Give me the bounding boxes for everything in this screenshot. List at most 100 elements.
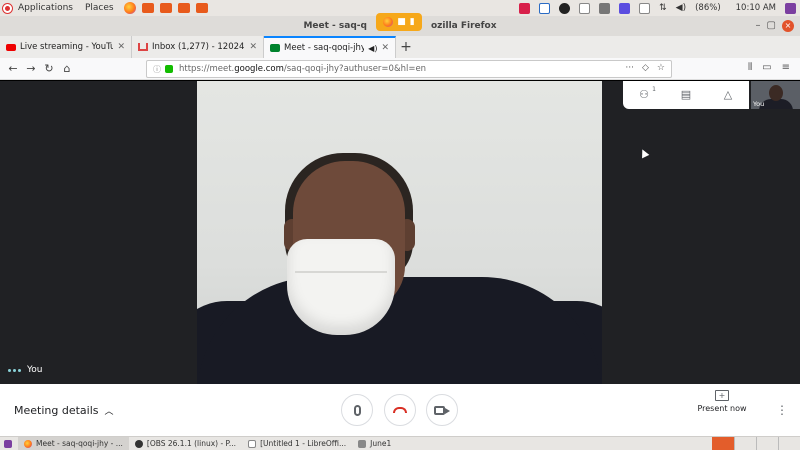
navigation-bar: ← → ↻ ⌂ ⓘ https://meet. google.com/saq-qo… (0, 58, 800, 80)
present-screen-icon: + (715, 390, 729, 401)
library-icon[interactable]: ⫴ (748, 62, 752, 73)
document-icon (248, 439, 257, 448)
folder-icon (358, 439, 367, 448)
microphone-icon (353, 404, 361, 416)
chat-icon[interactable]: ▤ (679, 89, 693, 101)
workspace-switcher-icon[interactable] (778, 437, 800, 450)
speaker-label: You (8, 365, 43, 375)
more-options-icon[interactable]: ⋮ (776, 402, 788, 418)
minimize-button[interactable]: – (756, 20, 761, 32)
chevron-up-icon: ︿ (104, 406, 114, 417)
taskbar-item-folder[interactable]: June1 (352, 437, 397, 450)
applications-menu-icon[interactable] (3, 3, 12, 13)
url-path: /saq-qoqi-jhy?authuser=0&hl=en (283, 64, 427, 74)
user-menu-icon[interactable] (785, 2, 796, 14)
firefox-launcher-icon[interactable] (123, 2, 136, 14)
applications-menu[interactable]: Applications (18, 3, 73, 13)
camera-button[interactable] (426, 394, 458, 426)
meeting-details-label: Meeting details (14, 403, 99, 417)
mic-sharing-icon: ▮ (409, 17, 415, 27)
workspace-switcher-icon[interactable] (712, 437, 734, 450)
site-info-icon[interactable]: ⓘ (153, 64, 161, 75)
tab-youtube[interactable]: Live streaming - YouTube ✕ (0, 36, 132, 58)
url-bar[interactable]: ⓘ https://meet. google.com/saq-qoqi-jhy?a… (146, 60, 672, 78)
folder-launcher-icon[interactable] (177, 3, 190, 13)
tab-label: Live streaming - YouTube (20, 42, 113, 52)
url-domain: google.com (234, 64, 284, 74)
speaker-name: You (27, 365, 43, 375)
taskbar-item-libreoffice[interactable]: [Untitled 1 - LibreOffi... (242, 437, 352, 450)
close-window-button[interactable]: × (782, 20, 794, 32)
youtube-favicon-icon (6, 43, 16, 51)
clock[interactable]: 10:10 AM (736, 3, 776, 13)
tab-gmail[interactable]: Inbox (1,277) - 12024kal ✕ (132, 36, 264, 58)
microphone-button[interactable] (341, 394, 373, 426)
bookmark-star-icon[interactable]: ☆ (657, 63, 665, 73)
workspace-switcher-icon[interactable] (734, 437, 756, 450)
maximize-button[interactable]: ▢ (767, 20, 776, 32)
meet-stage: You ⚇ 1 ▤ △ You (0, 81, 800, 384)
window-title-right: ozilla Firefox (430, 21, 497, 31)
face-mask (287, 239, 395, 335)
people-count: 1 (652, 86, 656, 93)
bluetooth-tray-icon[interactable] (619, 2, 631, 14)
folder-launcher-icon[interactable] (195, 3, 208, 13)
sidebar-icon[interactable]: ▭ (762, 62, 771, 73)
camera-icon (434, 405, 450, 415)
page-actions-icon[interactable]: ··· (625, 63, 634, 73)
workspace-switcher-icon[interactable] (756, 437, 778, 450)
taskbar-item-meet[interactable]: Meet - saq-qoqi-jhy - ... (18, 437, 129, 450)
menu-icon[interactable]: ≡ (782, 62, 790, 73)
hang-up-icon (393, 407, 407, 413)
hang-up-button[interactable] (384, 394, 416, 426)
back-icon[interactable]: ← (4, 62, 22, 75)
places-menu[interactable]: Places (85, 3, 114, 13)
taskbar-item-obs[interactable]: [OBS 26.1.1 (linux) - P... (129, 437, 242, 450)
self-view-label: You (753, 100, 765, 108)
activities-icon[interactable]: △ (721, 89, 735, 101)
self-view-thumbnail[interactable]: You (751, 81, 800, 109)
audio-level-icon (8, 368, 21, 372)
obs-icon (134, 439, 143, 448)
document-tray-icon[interactable] (539, 2, 551, 14)
close-tab-icon[interactable]: ✕ (117, 42, 125, 52)
forward-icon[interactable]: → (22, 62, 40, 75)
battery-status[interactable]: (86%) (695, 3, 721, 13)
folder-launcher-icon[interactable] (141, 3, 154, 13)
participant-shirt (197, 277, 602, 384)
folder-launcher-icon[interactable] (159, 3, 172, 13)
tab-label: Inbox (1,277) - 12024kal (152, 42, 245, 52)
taskbar-label: [OBS 26.1.1 (linux) - P... (146, 439, 237, 448)
close-tab-icon[interactable]: ✕ (381, 43, 389, 53)
display-tray-icon[interactable] (599, 2, 611, 14)
taskbar-label: [Untitled 1 - LibreOffi... (260, 439, 347, 448)
home-icon[interactable]: ⌂ (58, 62, 76, 75)
main-video-tile[interactable] (197, 81, 602, 384)
clipboard-tray-icon[interactable] (579, 2, 591, 14)
screen: Applications Places ⇅ ◀) (86%) 10:10 AM … (0, 0, 800, 450)
close-tab-icon[interactable]: ✕ (249, 42, 257, 52)
reload-icon[interactable]: ↻ (40, 62, 58, 75)
tab-audio-icon[interactable]: ◀) (368, 44, 377, 53)
mouse-cursor-icon (638, 147, 650, 159)
meeting-details-button[interactable]: Meeting details ︿ (14, 384, 114, 436)
firefox-icon (383, 17, 394, 27)
obs-tray-icon[interactable] (559, 2, 571, 14)
people-icon[interactable]: ⚇ 1 (637, 86, 656, 101)
network-icon[interactable]: ⇅ (659, 3, 667, 13)
show-desktop-icon[interactable] (4, 439, 12, 448)
tab-strip: Live streaming - YouTube ✕ Inbox (1,277)… (0, 36, 800, 58)
mail-tray-icon[interactable] (639, 2, 651, 14)
volume-icon[interactable]: ◀) (676, 3, 686, 13)
pdf-tray-icon[interactable] (519, 2, 531, 14)
tab-meet[interactable]: Meet - saq-qoqi-jhy ◀) ✕ (264, 36, 396, 58)
lock-icon[interactable] (165, 65, 173, 73)
pocket-icon[interactable]: ◇ (642, 63, 649, 73)
sharing-indicator[interactable]: ■ ▮ (376, 13, 422, 31)
self-view-head (769, 85, 783, 101)
meet-favicon-icon (270, 44, 280, 52)
present-now-button[interactable]: + Present now (694, 390, 750, 430)
new-tab-button[interactable]: + (396, 36, 416, 58)
firefox-icon (24, 439, 32, 448)
window-title-left: Meet - saq-q (303, 21, 367, 31)
